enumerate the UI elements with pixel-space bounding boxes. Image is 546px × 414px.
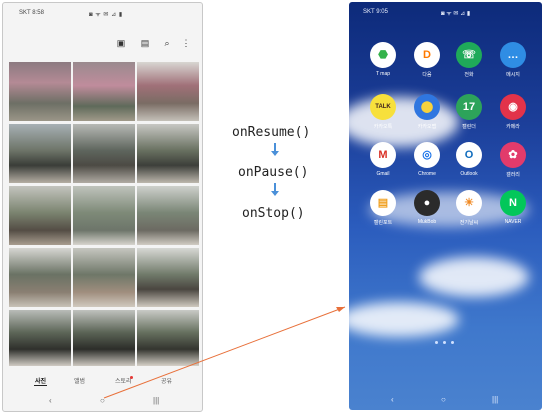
transition-arrow-line	[103, 306, 346, 399]
transition-arrow	[103, 306, 346, 399]
